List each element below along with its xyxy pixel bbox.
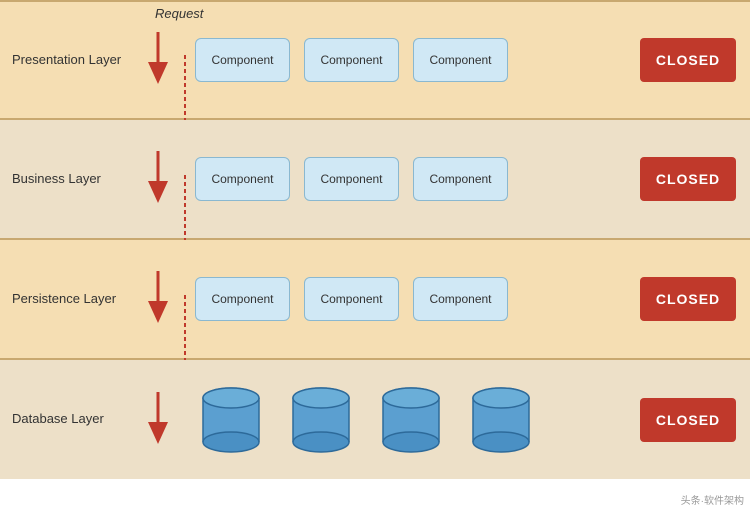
business-layer-label: Business Layer xyxy=(0,171,130,188)
arrow-presentation xyxy=(130,32,185,88)
component-box: Component xyxy=(195,157,290,201)
arrow-business xyxy=(130,151,185,207)
presentation-layer: Presentation Layer Component Component C… xyxy=(0,0,750,120)
db-cylinder-2 xyxy=(285,384,357,456)
database-layer: Database Layer xyxy=(0,360,750,479)
component-box: Component xyxy=(304,38,399,82)
component-box: Component xyxy=(413,157,508,201)
component-box: Component xyxy=(413,277,508,321)
watermark: 头条·软件架构 xyxy=(681,492,744,507)
component-box: Component xyxy=(304,277,399,321)
component-box: Component xyxy=(195,38,290,82)
persistence-components: Component Component Component xyxy=(185,277,640,321)
persistence-layer-label: Persistence Layer xyxy=(0,291,130,308)
persistence-layer: Persistence Layer Component Component Co… xyxy=(0,240,750,360)
diagram-container: Request Presentation Layer Component Com… xyxy=(0,0,750,511)
arrow-persistence xyxy=(130,271,185,327)
db-cylinder-1 xyxy=(195,384,267,456)
closed-badge-presentation: CLOSED xyxy=(640,38,736,82)
component-box: Component xyxy=(304,157,399,201)
down-arrow-2 xyxy=(142,151,174,207)
component-box: Component xyxy=(195,277,290,321)
database-components xyxy=(185,384,640,456)
down-arrow-3 xyxy=(142,271,174,327)
db-cylinder-4 xyxy=(465,384,537,456)
business-components: Component Component Component xyxy=(185,157,640,201)
presentation-layer-label: Presentation Layer xyxy=(0,52,130,69)
down-arrow-4 xyxy=(142,392,174,448)
database-layer-label: Database Layer xyxy=(0,411,130,428)
down-arrow-1 xyxy=(142,32,174,88)
closed-badge-business: CLOSED xyxy=(640,157,736,201)
business-layer: Business Layer Component Component Compo… xyxy=(0,120,750,240)
closed-badge-persistence: CLOSED xyxy=(640,277,736,321)
arrow-database xyxy=(130,392,185,448)
component-box: Component xyxy=(413,38,508,82)
db-cylinder-3 xyxy=(375,384,447,456)
presentation-components: Component Component Component xyxy=(185,38,640,82)
request-label: Request xyxy=(155,6,203,21)
closed-badge-database: CLOSED xyxy=(640,398,736,442)
